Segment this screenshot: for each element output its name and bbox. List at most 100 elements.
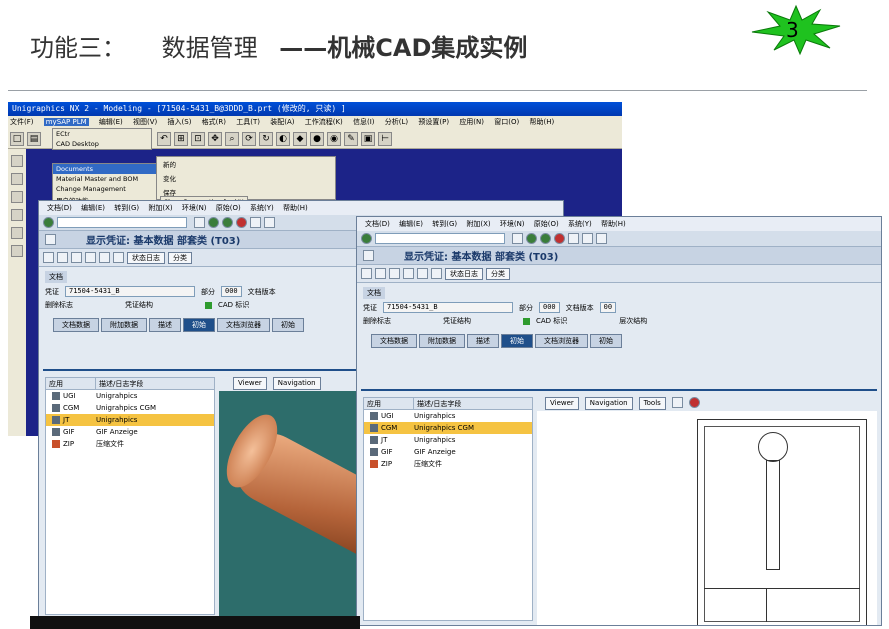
nx-menu-tools[interactable]: 工具(T)	[236, 118, 260, 126]
nx-menu-format[interactable]: 格式(R)	[202, 118, 226, 126]
menu-item-cad-desktop[interactable]: CAD Desktop	[53, 139, 151, 149]
nx-menu-mysap-plm[interactable]: mySAP PLM	[43, 118, 89, 126]
hierarchy-icon[interactable]	[431, 268, 442, 279]
back-icon[interactable]	[526, 233, 537, 244]
sap1-menu-help[interactable]: 帮助(H)	[283, 204, 308, 212]
doc-number-field[interactable]: 71504-5431_B	[65, 286, 195, 297]
status-log-button[interactable]: 状态日志	[127, 251, 165, 264]
navigation-button[interactable]: Navigation	[272, 377, 321, 390]
classification-button[interactable]: 分类	[168, 251, 192, 264]
sap2-menu-edit[interactable]: 编辑(E)	[399, 220, 423, 228]
exit-icon[interactable]	[540, 233, 551, 244]
version-field[interactable]: 00	[599, 302, 617, 313]
help-icon[interactable]	[596, 233, 607, 244]
sap2-menu-original[interactable]: 原始(O)	[534, 220, 559, 228]
tree-row[interactable]: UGI Unigrahpics	[46, 390, 214, 402]
menu-item-material-bom[interactable]: Material Master and BOM	[53, 174, 157, 184]
exit-icon[interactable]	[222, 217, 233, 228]
status-log-button[interactable]: 状态日志	[445, 267, 483, 280]
sap1-menu-goto[interactable]: 转到(G)	[114, 204, 139, 212]
tree-row[interactable]: GIF GIF Anzeige	[364, 446, 532, 458]
tab-originals-2[interactable]: 初始	[590, 334, 622, 348]
sap1-menu-environment[interactable]: 环境(N)	[182, 204, 207, 212]
display-icon[interactable]: ◉	[327, 131, 341, 146]
create-icon[interactable]	[57, 252, 68, 263]
sap2-menu-system[interactable]: 系统(Y)	[568, 220, 592, 228]
new-file-icon[interactable]: □	[10, 131, 24, 146]
tab-additional-data[interactable]: 附加数据	[101, 318, 147, 332]
fit-view-icon[interactable]: ⊞	[174, 131, 188, 146]
navigation-button[interactable]: Navigation	[584, 397, 633, 410]
structure-icon[interactable]	[99, 252, 110, 263]
doc-structure-check[interactable]: 凭证结构	[443, 316, 471, 326]
sap1-menu-original[interactable]: 原始(O)	[216, 204, 241, 212]
sap1-menu-edit[interactable]: 编辑(E)	[81, 204, 105, 212]
sap2-menu-environment[interactable]: 环境(N)	[500, 220, 525, 228]
classification-button[interactable]: 分类	[486, 267, 510, 280]
create-icon[interactable]	[375, 268, 386, 279]
menu-item-documents[interactable]: Documents	[53, 164, 157, 174]
find-icon[interactable]	[582, 233, 593, 244]
viewer-button[interactable]: Viewer	[233, 377, 267, 390]
sap2-menu-extras[interactable]: 附加(X)	[466, 220, 490, 228]
sap2-2d-viewer[interactable]	[537, 411, 877, 625]
tab-description[interactable]: 描述	[467, 334, 499, 348]
nx-menu-info[interactable]: 信息(I)	[353, 118, 375, 126]
tab-document-data[interactable]: 文档数据	[53, 318, 99, 332]
hierarchy-icon[interactable]	[113, 252, 124, 263]
tab-description[interactable]: 描述	[149, 318, 181, 332]
nx-menu-preferences[interactable]: 预设置(P)	[418, 118, 449, 126]
copy-icon[interactable]	[71, 252, 82, 263]
roles-icon[interactable]	[11, 245, 23, 257]
save-icon[interactable]	[194, 217, 205, 228]
cancel-icon[interactable]	[236, 217, 247, 228]
tools-button[interactable]: Tools	[638, 397, 666, 410]
nx-menu-application[interactable]: 应用(N)	[459, 118, 484, 126]
print-icon[interactable]	[250, 217, 261, 228]
action-new[interactable]: 新的	[157, 157, 335, 171]
feature-icon[interactable]: ▣	[361, 131, 375, 146]
pencil-icon[interactable]	[85, 252, 96, 263]
tree-row[interactable]: ZIP 压缩文件	[364, 458, 532, 470]
display-change-icon[interactable]	[363, 250, 374, 261]
back-icon[interactable]	[208, 217, 219, 228]
render-style-icon[interactable]: ◐	[276, 131, 290, 146]
tab-originals[interactable]: 初始	[501, 334, 533, 348]
tab-doc-browser[interactable]: 文档浏览器	[217, 318, 270, 332]
tab-additional-data[interactable]: 附加数据	[419, 334, 465, 348]
help-icon[interactable]	[688, 397, 700, 408]
sap2-command-field[interactable]	[375, 233, 505, 244]
pan-icon[interactable]: ✥	[208, 131, 222, 146]
display-change-icon[interactable]	[45, 234, 56, 245]
tab-document-data[interactable]: 文档数据	[371, 334, 417, 348]
nx-menu-workflow[interactable]: 工作流程(K)	[305, 118, 343, 126]
cancel-icon[interactable]	[554, 233, 565, 244]
copy-icon[interactable]	[389, 268, 400, 279]
structure-icon[interactable]	[417, 268, 428, 279]
nx-menu-window[interactable]: 窗口(O)	[494, 118, 519, 126]
zoom-icon[interactable]: ⊡	[191, 131, 205, 146]
hierarchy-check[interactable]: 层次结构	[619, 316, 647, 326]
part-field[interactable]: 000	[539, 302, 560, 313]
sap2-menu-help[interactable]: 帮助(H)	[601, 220, 626, 228]
sketch-icon[interactable]: ✎	[344, 131, 358, 146]
enter-icon[interactable]	[361, 233, 372, 244]
tree-row[interactable]: CGM Unigrahpics CGM	[46, 402, 214, 414]
part-navigator-icon[interactable]	[11, 155, 23, 167]
nx-menu-file[interactable]: 文件(F)	[10, 118, 34, 126]
nx-menu-view[interactable]: 视图(V)	[133, 118, 157, 126]
pencil-icon[interactable]	[403, 268, 414, 279]
layer-icon[interactable]: ◆	[293, 131, 307, 146]
color-icon[interactable]: ●	[310, 131, 324, 146]
tree-row[interactable]: GIF GIF Anzeige	[46, 426, 214, 438]
sap1-menu-document[interactable]: 文档(D)	[47, 204, 72, 212]
sap1-command-field[interactable]	[57, 217, 187, 228]
enter-icon[interactable]	[43, 217, 54, 228]
part-field[interactable]: 000	[221, 286, 242, 297]
assembly-navigator-icon[interactable]	[11, 173, 23, 185]
print-icon[interactable]	[568, 233, 579, 244]
menu-item-change-mgmt[interactable]: Change Management	[53, 184, 157, 194]
menu-item-ectr[interactable]: ECtr	[53, 129, 151, 139]
sap2-menu-goto[interactable]: 转到(G)	[432, 220, 457, 228]
edit-icon[interactable]	[361, 268, 372, 279]
